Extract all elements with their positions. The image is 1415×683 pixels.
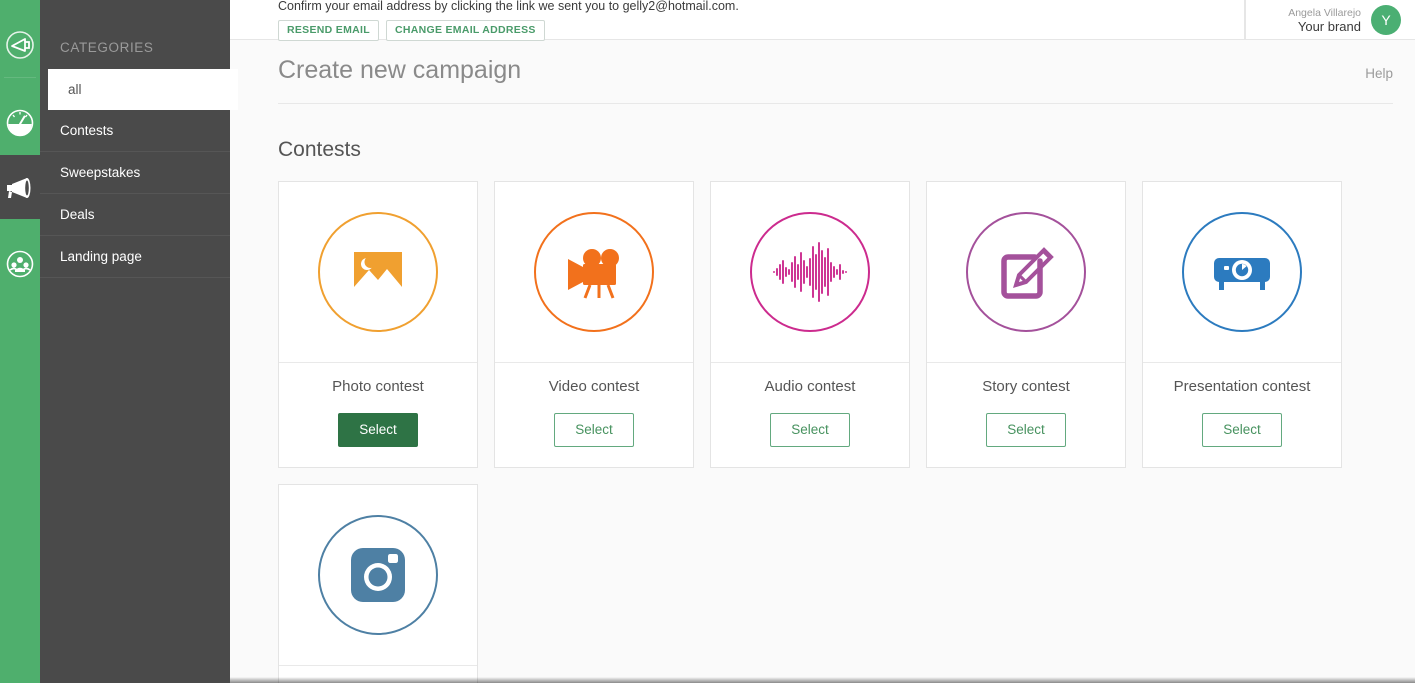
pencil-square-icon (966, 212, 1086, 332)
banner-message: Confirm your email address by clicking t… (278, 0, 739, 13)
card-body: Audio contest Select (711, 363, 909, 467)
help-link[interactable]: Help (1365, 66, 1393, 81)
section-title-contests: Contests (278, 138, 361, 161)
sidebar-item-deals[interactable]: Deals (40, 194, 230, 236)
user-account-box[interactable]: Angela Villarejo Your brand Y (1245, 0, 1415, 40)
waveform-icon (750, 212, 870, 332)
sidebar-item-label: Landing page (60, 249, 142, 264)
sidebar-item-landing-page[interactable]: Landing page (40, 236, 230, 278)
select-button[interactable]: Select (1202, 413, 1282, 447)
sidebar-item-sweepstakes[interactable]: Sweepstakes (40, 152, 230, 194)
audience-icon (5, 249, 35, 279)
photo-icon (318, 212, 438, 332)
megaphone-icon (4, 172, 36, 202)
card-label: Video contest (548, 378, 640, 395)
sidebar-item-label: all (68, 82, 82, 97)
user-brand: Your brand (1297, 18, 1361, 34)
user-names: Angela Villarejo Your brand (1288, 6, 1361, 34)
card-artwork (711, 182, 909, 363)
resend-email-button[interactable]: RESEND EMAIL (278, 20, 379, 41)
sidebar-item-label: Contests (60, 123, 114, 138)
projector-icon (1182, 212, 1302, 332)
gauge-icon (5, 108, 35, 138)
card-body: Instagram contest Select (279, 666, 477, 683)
card-body: Photo contest Select (279, 363, 477, 467)
card-artwork (1143, 182, 1341, 363)
sidebar-item-all[interactable]: all (48, 69, 238, 110)
card-label: Photo contest (332, 378, 424, 395)
card-instagram-contest[interactable]: Instagram contest Select (278, 484, 478, 683)
card-presentation-contest[interactable]: Presentation contest Select (1142, 181, 1342, 468)
video-camera-icon (534, 212, 654, 332)
page-title: Create new campaign (278, 56, 522, 84)
sidebar-item-contests[interactable]: Contests (40, 110, 230, 152)
select-button[interactable]: Select (338, 413, 418, 447)
icon-rail (0, 0, 40, 683)
rail-item-campaigns[interactable] (0, 155, 40, 219)
select-button[interactable]: Select (770, 413, 850, 447)
card-artwork (495, 182, 693, 363)
rail-item-dashboard[interactable] (0, 91, 40, 155)
main-content: Create new campaign Help Contests Photo … (230, 40, 1415, 683)
broadcast-outline-icon (5, 30, 35, 60)
select-button[interactable]: Select (554, 413, 634, 447)
rail-item-audience[interactable] (0, 232, 40, 296)
card-artwork (279, 182, 477, 363)
card-video-contest[interactable]: Video contest Select (494, 181, 694, 468)
card-artwork (279, 485, 477, 666)
banner-actions: RESEND EMAIL CHANGE EMAIL ADDRESS (278, 20, 1244, 41)
categories-list: all Contests Sweepstakes Deals Landing p… (40, 69, 238, 278)
instagram-icon (318, 515, 438, 635)
card-photo-contest[interactable]: Photo contest Select (278, 181, 478, 468)
card-audio-contest[interactable]: Audio contest Select (710, 181, 910, 468)
email-confirmation-banner: Confirm your email address by clicking t… (230, 0, 1245, 41)
card-label: Presentation contest (1173, 378, 1311, 395)
card-label: Audio contest (764, 378, 856, 395)
app-window: CATEGORIES all Contests Sweepstakes Deal… (0, 0, 1415, 683)
sidebar-item-label: Deals (60, 207, 95, 222)
categories-sidebar: CATEGORIES all Contests Sweepstakes Deal… (40, 0, 238, 683)
page-header: Create new campaign Help (230, 40, 1415, 85)
rail-item-broadcast[interactable] (0, 13, 40, 77)
avatar[interactable]: Y (1371, 4, 1401, 35)
sidebar-item-label: Sweepstakes (60, 165, 141, 180)
campaign-type-grid: Photo contest Select Video contest Selec… (230, 162, 1342, 683)
card-story-contest[interactable]: Story contest Select (926, 181, 1126, 468)
user-name: Angela Villarejo (1288, 6, 1361, 19)
card-body: Presentation contest Select (1143, 363, 1341, 467)
card-label: Story contest (982, 378, 1070, 395)
select-button[interactable]: Select (986, 413, 1066, 447)
card-body: Video contest Select (495, 363, 693, 467)
change-email-address-button[interactable]: CHANGE EMAIL ADDRESS (385, 20, 545, 41)
card-body: Story contest Select (927, 363, 1125, 467)
card-artwork (927, 182, 1125, 363)
categories-heading: CATEGORIES (60, 40, 154, 55)
